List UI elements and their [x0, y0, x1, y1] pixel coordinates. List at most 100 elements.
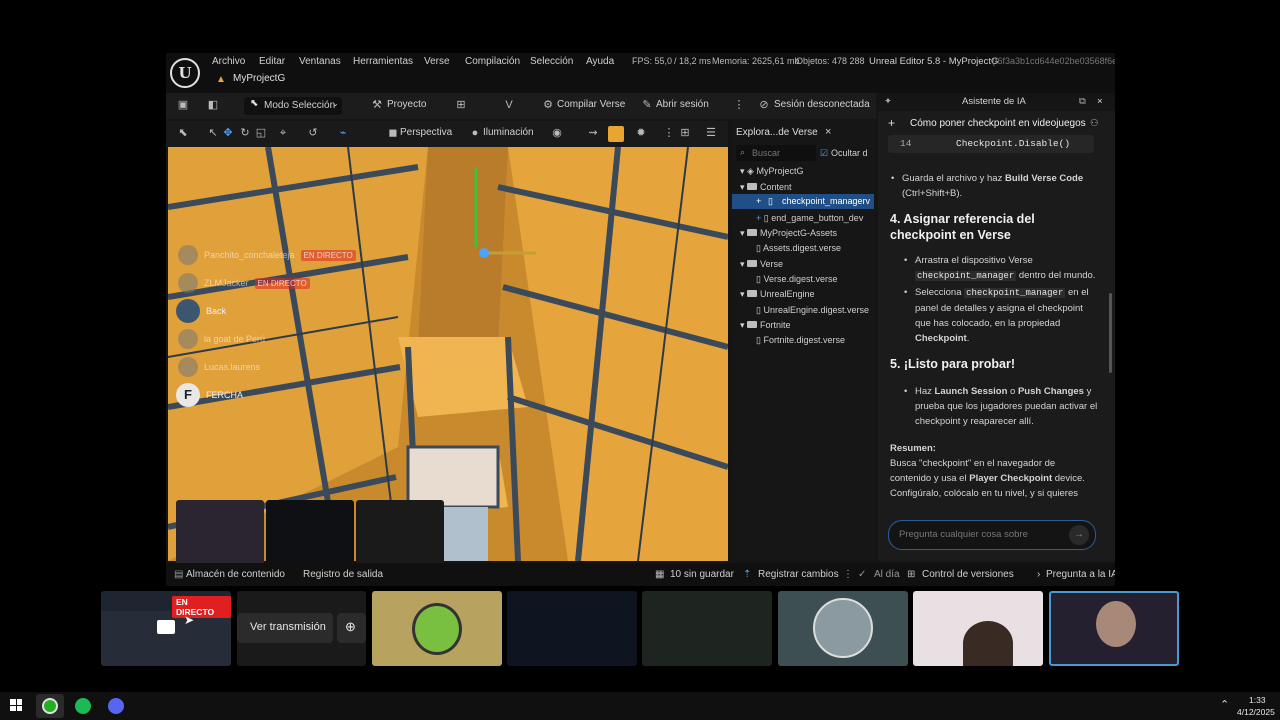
- hamburger-menu-icon[interactable]: ☰: [704, 126, 718, 140]
- tree-item-verse-digest[interactable]: ▯ Verse.digest.verse: [756, 274, 838, 285]
- close-icon[interactable]: ×: [1097, 94, 1103, 109]
- game-view-toggle[interactable]: [608, 126, 624, 142]
- menu-ayuda[interactable]: Ayuda: [586, 56, 614, 67]
- tree-item-label: end_game_button_dev: [771, 213, 864, 223]
- stream-thumbnail-selected[interactable]: [1049, 591, 1179, 666]
- more-options-icon[interactable]: ⋮: [732, 98, 746, 112]
- spotify-icon[interactable]: [75, 698, 91, 714]
- tree-item-label: Assets.digest.verse: [762, 243, 842, 253]
- menu-seleccion[interactable]: Selección: [530, 56, 573, 67]
- save-icon[interactable]: ▣: [176, 98, 190, 112]
- project-dropdown[interactable]: Proyecto: [387, 99, 426, 110]
- discord-icon[interactable]: [108, 698, 124, 714]
- session-status-button[interactable]: Sesión desconectada: [774, 99, 870, 110]
- chrome-icon[interactable]: [42, 698, 58, 714]
- stream-thumbnail[interactable]: [778, 591, 908, 666]
- menu-ventanas[interactable]: Ventanas: [299, 56, 341, 67]
- rotate-tool-icon[interactable]: ↻: [238, 126, 252, 140]
- menu-herramientas[interactable]: Herramientas: [353, 56, 413, 67]
- content-drawer-button[interactable]: Almacén de contenido: [186, 569, 285, 580]
- chat-username: la goat de Perú: [204, 334, 266, 344]
- lighting-icon: ●: [471, 127, 479, 139]
- layout-grid-icon[interactable]: ⊞: [678, 126, 692, 140]
- windows-start-icon[interactable]: [10, 699, 22, 711]
- menu-compilacion[interactable]: Compilación: [465, 56, 520, 67]
- tree-item-verse-folder[interactable]: ▾ Verse: [740, 259, 783, 270]
- stream-thumbnail[interactable]: [913, 591, 1043, 666]
- popout-icon[interactable]: ⧉: [1079, 94, 1086, 109]
- zoom-stream-button[interactable]: ⊕: [337, 613, 366, 643]
- tree-item-fortnite-folder[interactable]: ▾ Fortnite: [740, 320, 791, 331]
- output-log-button[interactable]: Registro de salida: [303, 569, 383, 580]
- tree-item-label: Content: [760, 182, 792, 192]
- realtime-icon[interactable]: ⇝: [586, 126, 600, 140]
- unreal-logo-icon[interactable]: U: [170, 58, 200, 88]
- stream-thumbnail[interactable]: [507, 591, 637, 666]
- select-tool-icon[interactable]: ↖: [206, 126, 220, 140]
- session-id: (f6f3a3b1cd644e02be03568f6e: [992, 56, 1115, 66]
- track-changes-button[interactable]: Registrar cambios: [758, 569, 839, 580]
- snap-icon[interactable]: ⌖: [276, 126, 290, 140]
- menu-editar[interactable]: Editar: [259, 56, 285, 67]
- content-browser-icon[interactable]: ◧: [206, 98, 220, 112]
- tree-item-label: MyProjectG: [756, 166, 804, 176]
- user-icon[interactable]: ⚇: [1090, 116, 1099, 131]
- source-control-icon: ⊞: [907, 569, 916, 580]
- stream-chat-row[interactable]: Back: [176, 299, 226, 323]
- clock-time[interactable]: 1:33: [1249, 695, 1266, 705]
- tree-item-end-game[interactable]: + ▯ end_game_button_dev: [756, 213, 863, 224]
- tree-item-assets-digest[interactable]: ▯ Assets.digest.verse: [756, 243, 841, 254]
- more-vertical-icon[interactable]: ⋮: [662, 126, 676, 140]
- move-tool-icon[interactable]: ✥: [221, 126, 235, 140]
- perspective-dropdown[interactable]: Perspectiva: [400, 127, 452, 138]
- verse-search-input[interactable]: ⌕ Buscar: [736, 145, 816, 161]
- ai-bullet-drag: • Arrastra el dispositivo Verse checkpoin…: [904, 253, 1101, 284]
- add-actor-icon[interactable]: ⊞: [454, 98, 468, 112]
- tray-chevron-up-icon[interactable]: ⌃: [1220, 698, 1229, 711]
- tree-item-content[interactable]: ▾ Content: [740, 182, 792, 193]
- hide-checkbox[interactable]: ☑: [820, 148, 828, 159]
- ai-question-input[interactable]: Pregunta cualquier cosa sobre →: [888, 520, 1096, 550]
- ai-assistant-panel: ✦ Asistente de IA ⧉ × + Cómo poner check…: [878, 93, 1115, 561]
- version-control-dropdown[interactable]: Control de versiones: [922, 569, 1014, 580]
- coord-icon[interactable]: ⌁: [336, 126, 350, 140]
- more-vertical-icon[interactable]: ⋮: [843, 569, 853, 580]
- clock-date[interactable]: 4/12/2025: [1237, 707, 1275, 717]
- level-scene: [168, 147, 728, 561]
- scale-tool-icon[interactable]: ◱: [254, 126, 268, 140]
- conversation-title[interactable]: Cómo poner checkpoint en videojuegos: [910, 116, 1086, 131]
- lighting-dropdown[interactable]: Iluminación: [483, 127, 534, 138]
- stream-thumbnail-live[interactable]: EN DIRECTO ➤: [101, 591, 231, 666]
- close-tab-icon[interactable]: ×: [825, 126, 831, 138]
- menu-archivo[interactable]: Archivo: [212, 56, 245, 67]
- mode-select-dropdown[interactable]: ⬉ Modo Selección ⌄: [244, 97, 342, 115]
- tree-item-myprojectg[interactable]: ▾ ◈ MyProjectG: [740, 166, 803, 177]
- tree-item-fortnite-digest[interactable]: ▯ Fortnite.digest.verse: [756, 335, 845, 346]
- level-viewport[interactable]: Panchito_conchaleteja EN DIRECTO ZLMJack…: [168, 147, 728, 561]
- show-flags-icon[interactable]: ◉: [550, 126, 564, 140]
- watch-stream-button[interactable]: Ver transmisión: [237, 613, 333, 643]
- scrollbar-thumb[interactable]: [1109, 293, 1112, 373]
- verse-icon[interactable]: V: [502, 98, 516, 112]
- camera-speed-icon[interactable]: ↺: [306, 126, 320, 140]
- send-icon[interactable]: →: [1069, 525, 1089, 545]
- chevron-right-icon: ›: [1037, 569, 1041, 580]
- stream-chat-row: la goat de Perú: [178, 329, 265, 349]
- open-session-button[interactable]: Abrir sesión: [656, 99, 709, 110]
- new-chat-icon[interactable]: +: [888, 116, 895, 131]
- unsaved-button[interactable]: 10 sin guardar: [670, 569, 734, 580]
- transform-menu-icon[interactable]: ⬉: [176, 126, 190, 140]
- verse-explorer-tab[interactable]: Explora...de Verse: [736, 127, 818, 138]
- ask-ai-button[interactable]: Pregunta a la IA: [1046, 569, 1115, 580]
- ai-panel-title: Asistente de IA: [962, 96, 1026, 107]
- tree-item-unrealengine-digest[interactable]: ▯ UnrealEngine.digest.verse: [756, 305, 869, 316]
- project-tab[interactable]: MyProjectG: [233, 73, 285, 84]
- stream-thumbnail[interactable]: [372, 591, 502, 666]
- settings-gear-icon[interactable]: ✹: [634, 126, 648, 140]
- stream-thumbnail[interactable]: [642, 591, 772, 666]
- tree-item-selected[interactable]: + ▯ checkpoint_managerv: [732, 194, 874, 209]
- compile-verse-button[interactable]: Compilar Verse: [557, 99, 625, 110]
- tree-item-unrealengine-folder[interactable]: ▾ UnrealEngine: [740, 289, 815, 300]
- menu-verse[interactable]: Verse: [424, 56, 450, 67]
- tree-item-assets-folder[interactable]: ▾ MyProjectG-Assets: [740, 228, 837, 239]
